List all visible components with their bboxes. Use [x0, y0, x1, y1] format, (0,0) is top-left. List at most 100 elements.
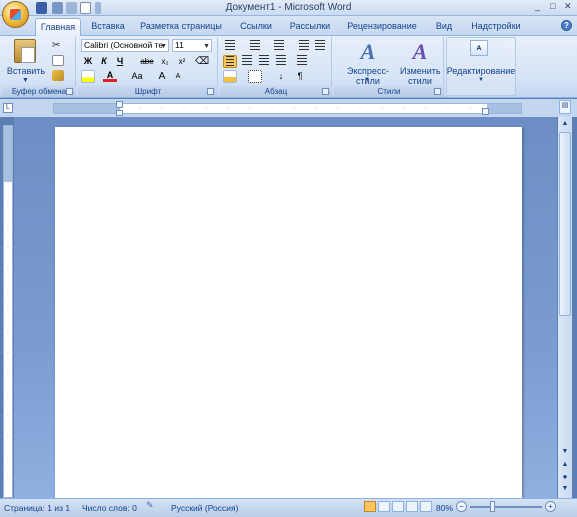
full-screen-reading-icon[interactable]	[378, 501, 390, 512]
cut-icon[interactable]: ✂	[52, 40, 64, 51]
zoom-slider-track[interactable]	[470, 506, 542, 508]
tab-addins[interactable]: Надстройки	[466, 18, 526, 36]
font-color-button[interactable]: A	[103, 70, 117, 82]
numbering-icon[interactable]	[248, 40, 262, 53]
web-layout-icon[interactable]	[392, 501, 404, 512]
scroll-up-icon[interactable]: ▲	[559, 118, 571, 130]
outline-icon[interactable]	[406, 501, 418, 512]
strikethrough-button[interactable]: abe	[138, 55, 156, 68]
italic-button[interactable]: К	[97, 55, 111, 68]
line-spacing-icon[interactable]	[295, 55, 309, 68]
paragraph-launcher-icon[interactable]	[322, 88, 329, 95]
clear-formatting-icon[interactable]: ⌫	[195, 55, 209, 68]
scroll-thumb[interactable]	[559, 132, 571, 316]
align-right-icon[interactable]	[257, 55, 271, 68]
font-size-value: 11	[175, 40, 184, 50]
font-size-combo[interactable]: 11 ▼	[172, 39, 212, 52]
word-count[interactable]: Число слов: 0	[82, 503, 137, 513]
multilevel-list-icon[interactable]	[272, 40, 286, 53]
binoculars-icon[interactable]: ᴀ	[470, 40, 488, 56]
format-painter-icon[interactable]	[52, 70, 64, 81]
zoom-level[interactable]: 80%	[436, 503, 453, 513]
superscript-button[interactable]: x²	[175, 55, 189, 68]
ruler-tick: ·	[403, 106, 405, 112]
grow-font-button[interactable]: A	[155, 70, 169, 83]
paste-dropdown-icon[interactable]: ▼	[22, 77, 29, 84]
styles-launcher-icon[interactable]	[434, 88, 441, 95]
tab-home[interactable]: Главная	[35, 18, 81, 36]
window-title: Документ1 - Microsoft Word	[225, 2, 352, 13]
ruler-tick: ·	[7, 203, 9, 209]
bullets-icon[interactable]	[223, 40, 237, 53]
justify-icon[interactable]	[274, 55, 288, 68]
ruler-tick: ·	[491, 106, 493, 112]
zoom-slider-thumb[interactable]	[490, 501, 495, 512]
language-indicator[interactable]: Русский (Россия)	[171, 503, 238, 513]
top-margin	[4, 126, 12, 182]
increase-indent-icon[interactable]	[313, 40, 327, 53]
print-layout-icon[interactable]	[364, 501, 376, 512]
underline-button[interactable]: Ч	[113, 55, 127, 68]
ruler-tick: ·	[7, 350, 9, 356]
next-page-icon[interactable]: ▼	[559, 483, 571, 495]
minimize-icon[interactable]: _	[535, 1, 540, 13]
previous-page-icon[interactable]: ▲	[559, 459, 571, 471]
paste-icon[interactable]	[14, 39, 36, 63]
change-styles-icon[interactable]: A	[406, 38, 434, 66]
decrease-indent-icon[interactable]	[297, 40, 311, 53]
zoom-in-icon[interactable]: +	[545, 501, 556, 512]
bold-button[interactable]: Ж	[81, 55, 95, 68]
maximize-icon[interactable]: □	[550, 1, 555, 13]
paste-button[interactable]: Вставить	[6, 66, 46, 76]
view-ruler-icon[interactable]: ▤	[559, 100, 571, 114]
office-button[interactable]	[2, 1, 29, 28]
align-left-icon[interactable]	[223, 55, 237, 68]
first-line-indent-handle[interactable]	[116, 101, 123, 108]
show-marks-button[interactable]: ¶	[293, 70, 307, 83]
tab-mailings[interactable]: Рассылки	[284, 18, 336, 36]
horizontal-ruler[interactable]: · · · · · · · · · · · · · · · · ·	[53, 103, 522, 114]
document-page[interactable]	[55, 127, 522, 498]
clipboard-launcher-icon[interactable]	[66, 88, 73, 95]
page-count[interactable]: Страница: 1 из 1	[4, 503, 70, 513]
ruler-tick: ·	[227, 106, 229, 112]
zoom-out-icon[interactable]: −	[456, 501, 467, 512]
browse-object-icon[interactable]: ●	[559, 471, 571, 483]
subscript-button[interactable]: x₂	[158, 55, 172, 68]
tab-review[interactable]: Рецензирование	[342, 18, 422, 36]
change-case-button[interactable]: Aa	[127, 70, 147, 83]
help-icon[interactable]: ?	[561, 20, 572, 31]
tab-selector-icon[interactable]: L	[3, 103, 13, 113]
tab-references[interactable]: Ссылки	[234, 18, 278, 36]
ruler-tick: ·	[293, 106, 295, 112]
proofing-icon[interactable]: ✎	[146, 500, 158, 512]
tab-page-layout[interactable]: Разметка страницы	[136, 18, 226, 36]
vertical-ruler[interactable]: ···············	[3, 125, 13, 503]
align-center-icon[interactable]	[240, 55, 254, 68]
highlight-icon[interactable]	[81, 70, 95, 83]
shrink-font-button[interactable]: A	[171, 70, 185, 83]
scroll-down-icon[interactable]: ▼	[559, 446, 571, 458]
copy-icon[interactable]	[52, 55, 64, 66]
sort-icon[interactable]: ↓	[274, 70, 288, 83]
tab-view[interactable]: Вид	[430, 18, 458, 36]
font-name-value: Calibri (Основной те	[84, 40, 164, 50]
font-group-label: Шрифт	[78, 86, 218, 97]
borders-icon[interactable]	[248, 70, 262, 83]
editing-button[interactable]: Редактирование	[446, 66, 516, 76]
quick-styles-button[interactable]: Экспресс-стили	[336, 66, 400, 86]
right-indent-handle[interactable]	[482, 108, 489, 115]
ruler-tick: ·	[7, 434, 9, 440]
quick-styles-icon[interactable]: A	[354, 38, 382, 66]
draft-icon[interactable]	[420, 501, 432, 512]
ruler-tick: ·	[7, 308, 9, 314]
ruler-tick: ·	[161, 106, 163, 112]
shading-icon[interactable]	[223, 70, 237, 83]
left-indent-handle[interactable]	[116, 110, 123, 116]
close-icon[interactable]: ✕	[564, 1, 572, 13]
tab-insert[interactable]: Вставка	[86, 18, 130, 36]
change-styles-button[interactable]: Изменить стили	[400, 66, 441, 86]
font-name-combo[interactable]: Calibri (Основной те ▼	[81, 39, 169, 52]
font-launcher-icon[interactable]	[207, 88, 214, 95]
ruler-tick: ·	[7, 371, 9, 377]
